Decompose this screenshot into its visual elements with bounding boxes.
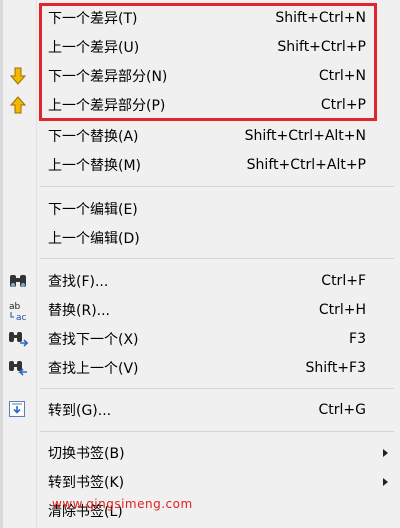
menu-separator — [40, 186, 394, 187]
menu-item-toggle-bookmark[interactable]: 切换书签(B) — [0, 438, 400, 467]
menu-item-label: 查找上一个(V) — [48, 360, 139, 377]
menu-item-shortcut: Shift+Ctrl+Alt+P — [246, 156, 366, 173]
menu-item-label: 下一个编辑(E) — [48, 201, 138, 218]
menu-item-previous-edit[interactable]: 上一个编辑(D) — [0, 223, 400, 252]
menu-item-label: 转到(G)... — [48, 402, 112, 419]
menu-item-shortcut: Ctrl+P — [320, 96, 366, 113]
menu-item-previous-difference-section[interactable]: 上一个差异部分(P) Ctrl+P — [0, 90, 400, 119]
menu-item-shortcut: Ctrl+G — [318, 401, 367, 418]
menu-item-label: 上一个编辑(D) — [48, 230, 140, 247]
menu-item-find-previous[interactable]: 查找上一个(V) Shift+F3 — [0, 353, 400, 382]
menu-item-shortcut: Ctrl+N — [318, 67, 366, 84]
menu-item-next-replacement[interactable]: 下一个替换(A) Shift+Ctrl+Alt+N — [0, 121, 400, 150]
menu-item-shortcut: F3 — [349, 330, 366, 347]
menu-item-label: 转到书签(K) — [48, 474, 125, 491]
menu-item-find[interactable]: 查找(F)... Ctrl+F — [0, 266, 400, 295]
menu-item-previous-difference[interactable]: 上一个差异(U) Shift+Ctrl+P — [0, 32, 400, 61]
menu-item-shortcut: Shift+F3 — [305, 359, 366, 376]
arrow-down-icon — [8, 66, 28, 86]
watermark-text: www.qingsimeng.com — [52, 497, 193, 511]
menu-item-shortcut: Shift+Ctrl+Alt+N — [244, 127, 366, 144]
menu-item-label: 上一个差异部分(P) — [48, 97, 166, 114]
menu-separator — [40, 258, 394, 259]
arrow-up-icon — [8, 95, 28, 115]
binoculars-icon — [8, 271, 28, 291]
menu-item-label: 查找下一个(X) — [48, 331, 139, 348]
find-previous-icon — [8, 358, 28, 378]
menu-item-label: 下一个替换(A) — [48, 128, 139, 145]
menu-separator — [40, 431, 394, 432]
menu-item-goto-bookmark[interactable]: 转到书签(K) — [0, 467, 400, 496]
menu-item-shortcut: Ctrl+F — [321, 272, 366, 289]
menu-item-shortcut: Shift+Ctrl+P — [277, 38, 366, 55]
menu-item-label: 上一个差异(U) — [48, 39, 140, 56]
submenu-arrow-icon — [383, 477, 388, 486]
submenu-arrow-icon — [383, 448, 388, 457]
find-next-icon — [8, 329, 29, 349]
menu-item-label: 上一个替换(M) — [48, 157, 142, 174]
menu-item-label: 下一个差异部分(N) — [48, 68, 168, 85]
menu-item-shortcut: Ctrl+H — [318, 301, 366, 318]
menu-item-find-next[interactable]: 查找下一个(X) F3 — [0, 324, 400, 353]
menu-item-next-difference-section[interactable]: 下一个差异部分(N) Ctrl+N — [0, 61, 400, 90]
svg-text:ac: ac — [16, 313, 27, 322]
menu-item-replace[interactable]: ab ac 替换(R)... Ctrl+H — [0, 295, 400, 324]
svg-text:ab: ab — [9, 302, 21, 312]
menu-item-label: 替换(R)... — [48, 302, 111, 319]
menu-item-label: 查找(F)... — [48, 273, 109, 290]
menu-item-label: 切换书签(B) — [48, 445, 125, 462]
menu-item-next-difference[interactable]: 下一个差异(T) Shift+Ctrl+N — [0, 3, 400, 32]
menu-item-next-edit[interactable]: 下一个编辑(E) — [0, 194, 400, 223]
menu-item-label: 下一个差异(T) — [48, 10, 138, 27]
menu-item-previous-replacement[interactable]: 上一个替换(M) Shift+Ctrl+Alt+P — [0, 150, 400, 179]
menu-item-shortcut: Shift+Ctrl+N — [275, 9, 366, 26]
menu-item-goto[interactable]: 转到(G)... Ctrl+G — [0, 395, 400, 424]
menu-separator — [40, 388, 394, 389]
context-menu: 下一个差异(T) Shift+Ctrl+N 上一个差异(U) Shift+Ctr… — [0, 0, 400, 528]
goto-icon — [8, 400, 28, 420]
replace-icon: ab ac — [8, 300, 28, 323]
